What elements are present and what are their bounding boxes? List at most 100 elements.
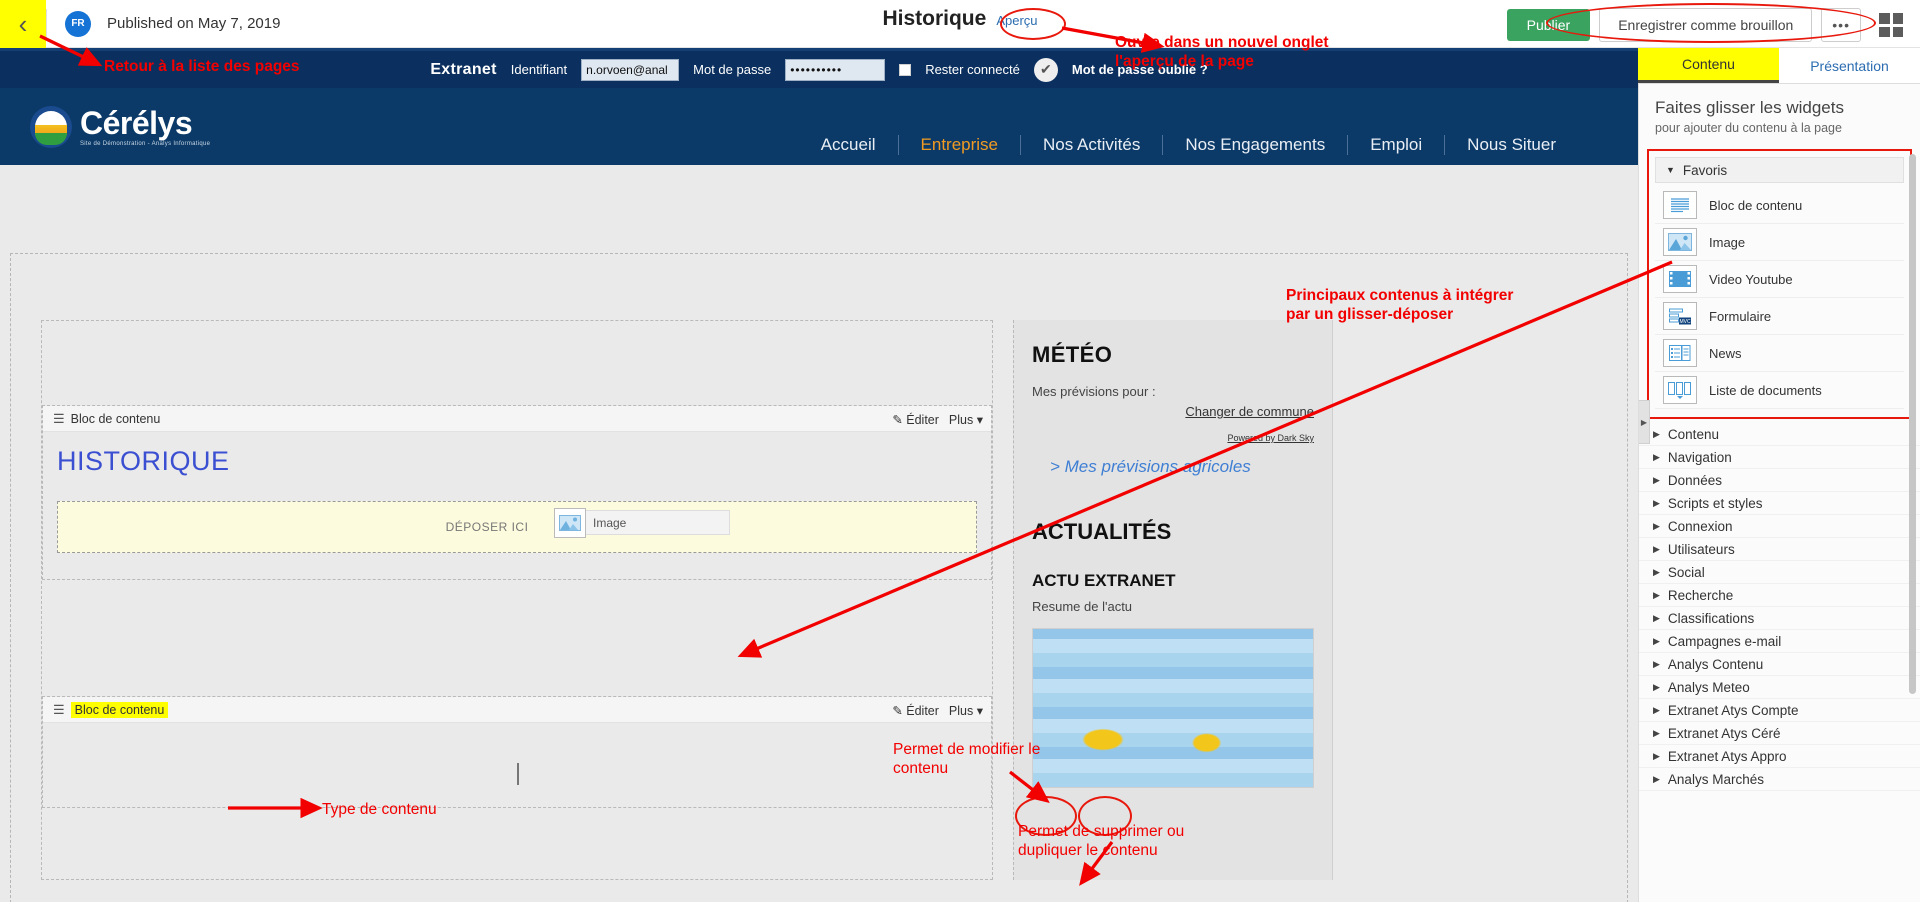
content-block-2[interactable]: ☰ Bloc de contenu ✎ Éditer Plus ▾ [42,696,992,808]
dragging-widget-ghost: Image [555,510,730,535]
group-analys-contenu[interactable]: ▶Analys Contenu [1639,653,1920,676]
group-extranet-atys-appro[interactable]: ▶Extranet Atys Appro [1639,745,1920,768]
image-icon [554,508,586,538]
change-commune-row: Changer de commune Powered by Dark Sky [1032,403,1314,443]
news-item-title[interactable]: ACTU EXTRANET [1032,571,1314,591]
group-campagnes-email[interactable]: ▶Campagnes e-mail [1639,630,1920,653]
group-contenu[interactable]: ▶Contenu [1639,423,1920,446]
content-block-1-actions: ✎ Éditer Plus ▾ [892,406,983,432]
nav-item-entreprise[interactable]: Entreprise [899,135,1020,155]
forgot-password-link[interactable]: Mot de passe oublié ? [1072,62,1208,77]
group-connexion[interactable]: ▶Connexion [1639,515,1920,538]
powered-by-label[interactable]: Powered by Dark Sky [1032,433,1314,443]
grid-cell [1893,27,1904,38]
group-extranet-atys-compte[interactable]: ▶Extranet Atys Compte [1639,699,1920,722]
text-cursor [517,763,519,785]
news-item-image [1032,628,1314,788]
change-commune-link[interactable]: Changer de commune [1185,404,1314,419]
group-donnees[interactable]: ▶Données [1639,469,1920,492]
nav-item-nos-engagements[interactable]: Nos Engagements [1163,135,1347,155]
tab-contenu[interactable]: Contenu [1638,48,1779,83]
brand-tagline: Site de Démonstration - Analys Informati… [80,141,210,147]
chevron-right-icon: ▶ [1653,728,1660,739]
widget-label: Liste de documents [1709,383,1822,398]
publish-button[interactable]: Publier [1507,9,1591,41]
logo-shape-bottom [35,133,67,145]
news-icon [1663,339,1697,367]
widget-news[interactable]: News [1655,335,1904,372]
stay-connected-checkbox[interactable] [899,64,911,76]
group-label: Analys Marchés [1668,772,1764,787]
content-block-2-toolbar: ☰ Bloc de contenu ✎ Éditer Plus ▾ [43,697,991,723]
page-drop-container[interactable]: ☰ Bloc de contenu ✎ Éditer Plus ▾ HISTOR… [10,253,1628,902]
more-options-button[interactable]: ••• [1821,8,1861,42]
preview-link[interactable]: Aperçu [996,13,1037,28]
group-utilisateurs[interactable]: ▶ Utilisateurs [1639,538,1920,561]
content-block-1-type: Bloc de contenu [71,412,161,426]
nav-item-nous-situer[interactable]: Nous Situer [1445,135,1578,155]
group-label: Utilisateurs [1668,542,1735,557]
widget-liste-de-documents[interactable]: Liste de documents [1655,372,1904,409]
group-analys-meteo[interactable]: ▶Analys Meteo [1639,676,1920,699]
meteo-text: Mes prévisions pour : [1032,384,1314,399]
back-to-pages-button[interactable]: ‹ [0,0,46,48]
widget-list: Bloc de contenu Image [1655,187,1904,409]
save-draft-button[interactable]: Enregistrer comme brouillon [1599,8,1812,42]
chevron-right-icon: ▶ [1653,567,1660,578]
widget-bloc-de-contenu[interactable]: Bloc de contenu [1655,187,1904,224]
chevron-right-icon: ▶ [1653,429,1660,440]
edit-button-2[interactable]: ✎ Éditer [892,703,939,718]
identifier-input[interactable] [581,59,679,81]
page-columns: ☰ Bloc de contenu ✎ Éditer Plus ▾ HISTOR… [11,254,1627,880]
group-label: Connexion [1668,519,1733,534]
page-canvas: Extranet Identifiant Mot de passe Rester… [0,48,1638,902]
widget-video-youtube[interactable]: Video Youtube [1655,261,1904,298]
group-scripts-et-styles[interactable]: ▶Scripts et styles [1639,492,1920,515]
group-extranet-atys-cere[interactable]: ▶Extranet Atys Céré [1639,722,1920,745]
group-classifications[interactable]: ▶Classifications [1639,607,1920,630]
group-analys-marches[interactable]: ▶Analys Marchés [1639,768,1920,791]
page-sidebar-column[interactable]: MÉTÉO Mes prévisions pour : Changer de c… [1013,320,1333,880]
accordion-favoris[interactable]: ▼ Favoris [1655,157,1904,183]
chevron-right-icon: ▶ [1653,613,1660,624]
edit-button-1[interactable]: ✎ Éditer [892,412,939,427]
more-button-2[interactable]: Plus ▾ [949,703,983,718]
widgets-panel-scrollbar[interactable] [1909,154,1916,694]
group-label: Recherche [1668,588,1733,603]
chevron-right-icon: ▶ [1653,636,1660,647]
group-social[interactable]: ▶ Social [1639,561,1920,584]
grid-apps-icon[interactable] [1876,10,1906,40]
language-badge[interactable]: FR [65,11,91,37]
widget-image[interactable]: Image [1655,224,1904,261]
nav-item-accueil[interactable]: Accueil [799,135,898,155]
widget-formulaire[interactable]: MVC Formulaire [1655,298,1904,335]
logo-text-group: Cérélys Site de Démonstration - Analys I… [80,107,210,147]
site-header: Cérélys Site de Démonstration - Analys I… [0,88,1638,165]
more-button-1[interactable]: Plus ▾ [949,412,983,427]
site-logo[interactable]: Cérélys Site de Démonstration - Analys I… [30,106,210,148]
widgets-panel: ▶ Faites glisser les widgets pour ajoute… [1638,84,1920,902]
nav-item-emploi[interactable]: Emploi [1348,135,1444,155]
chevron-down-icon: ▼ [1666,165,1675,175]
drop-zone[interactable]: DÉPOSER ICI [57,501,977,553]
widgets-panel-subtitle: pour ajouter du contenu à la page [1655,121,1904,135]
content-block-1[interactable]: ☰ Bloc de contenu ✎ Éditer Plus ▾ HISTOR… [42,405,992,580]
nav-item-nos-activites[interactable]: Nos Activités [1021,135,1162,155]
chevron-right-icon: ▶ [1653,544,1660,555]
group-label: Social [1668,565,1705,580]
widget-label: Bloc de contenu [1709,198,1802,213]
agricultural-forecast-link[interactable]: > Mes prévisions agricoles [1032,457,1314,477]
tab-presentation[interactable]: Présentation [1779,48,1920,83]
drag-handle-icon[interactable]: ☰ [53,411,65,427]
check-circle-icon[interactable]: ✔ [1034,58,1058,82]
group-recherche[interactable]: ▶Recherche [1639,584,1920,607]
widgets-panel-title: Faites glisser les widgets [1655,98,1904,118]
password-input[interactable] [785,59,885,81]
favorites-section: ▼ Favoris Bloc de contenu [1647,149,1912,419]
right-panel-tabs: Contenu Présentation [1638,48,1920,84]
drag-handle-icon[interactable]: ☰ [53,702,65,718]
panel-collapse-toggle[interactable]: ▶ [1638,400,1650,444]
main-column[interactable]: ☰ Bloc de contenu ✎ Éditer Plus ▾ HISTOR… [41,320,993,880]
more-label-2: Plus [949,704,973,718]
group-navigation[interactable]: ▶Navigation [1639,446,1920,469]
